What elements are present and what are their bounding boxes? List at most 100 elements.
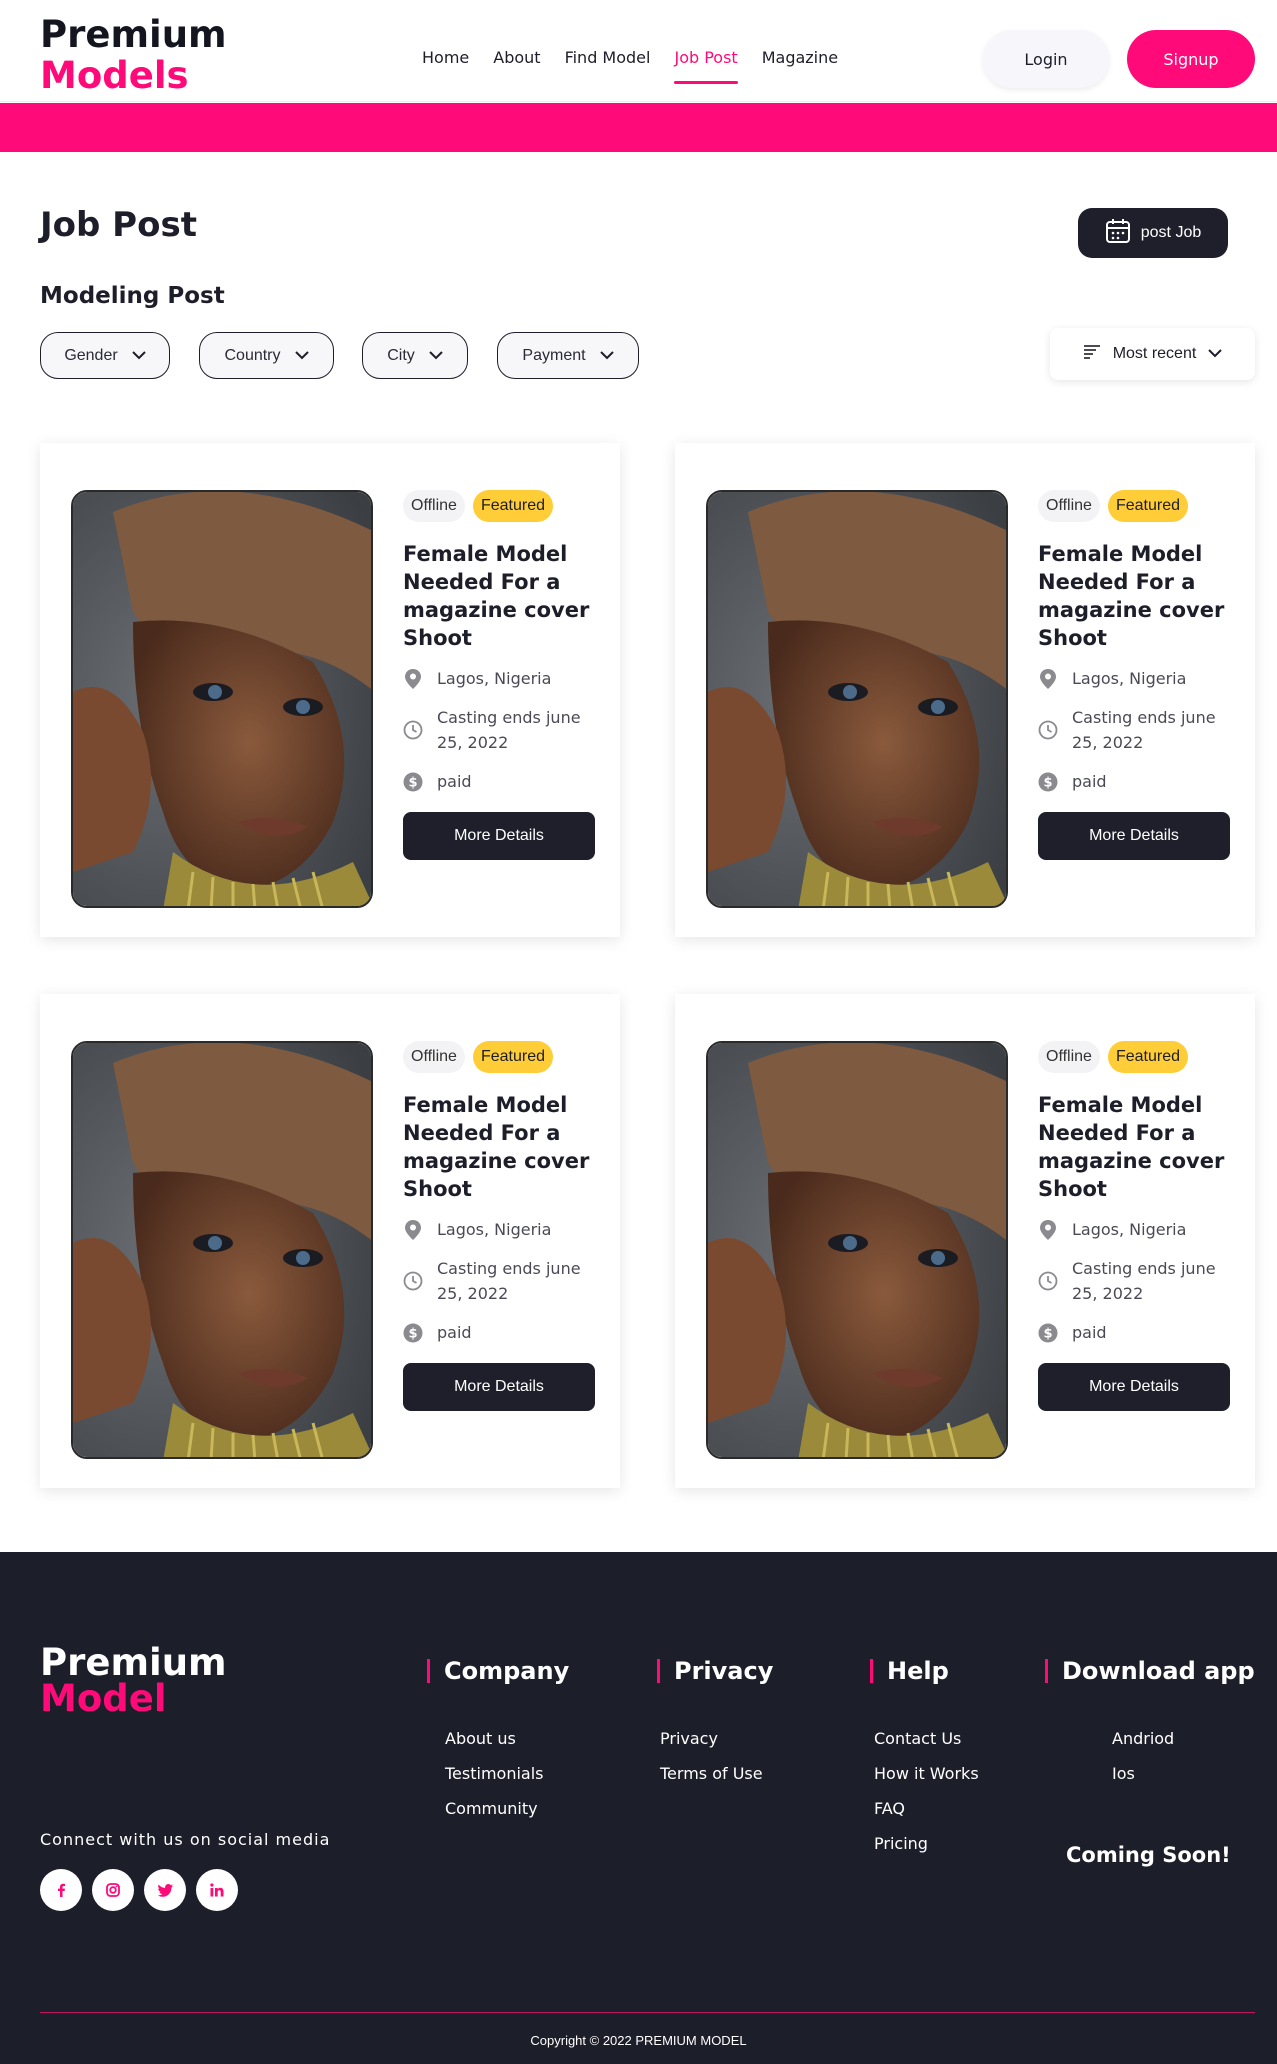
footer-logo-line-2: Model	[40, 1677, 167, 1720]
linkedin-icon[interactable]	[196, 1869, 238, 1911]
job-deadline: Casting ends june 25, 2022	[1038, 1256, 1238, 1306]
signup-button[interactable]: Signup	[1127, 30, 1255, 88]
footer-heading-text: Company	[444, 1657, 570, 1685]
footer-link-contact[interactable]: Contact Us	[874, 1721, 979, 1756]
filter-payment[interactable]: Payment	[497, 332, 639, 379]
deadline-text: Casting ends june 25, 2022	[1072, 708, 1216, 752]
chevron-down-icon	[294, 347, 309, 365]
more-details-button[interactable]: More Details	[1038, 812, 1230, 860]
job-info: Offline Featured Female Model Needed For…	[403, 1041, 603, 1411]
job-location: Lagos, Nigeria	[1038, 666, 1238, 691]
footer-logo[interactable]: Premium Model	[40, 1641, 227, 1720]
job-deadline: Casting ends june 25, 2022	[403, 705, 603, 755]
payment-text: paid	[437, 1323, 472, 1342]
nav-job-post[interactable]: Job Post	[674, 48, 738, 84]
footer-heading-text: Help	[887, 1657, 949, 1685]
chevron-down-icon	[429, 347, 443, 365]
login-button[interactable]: Login	[983, 30, 1109, 88]
badge-row: Offline Featured	[1038, 490, 1238, 522]
footer-link-android[interactable]: Andriod	[1112, 1721, 1255, 1756]
job-info: Offline Featured Female Model Needed For…	[1038, 1041, 1238, 1411]
dollar-icon: $	[403, 769, 423, 794]
footer-link-about-us[interactable]: About us	[445, 1721, 569, 1756]
clock-icon	[403, 705, 423, 755]
social-label: Connect with us on social media	[40, 1830, 331, 1849]
twitter-icon[interactable]	[144, 1869, 186, 1911]
model-photo	[706, 490, 1008, 908]
dollar-icon: $	[1038, 769, 1058, 794]
footer-link-community[interactable]: Community	[445, 1791, 569, 1826]
job-title[interactable]: Female Model Needed For a magazine cover…	[1038, 1091, 1238, 1203]
footer-link-faq[interactable]: FAQ	[874, 1791, 979, 1826]
status-badge: Offline	[403, 490, 465, 522]
svg-text:$: $	[408, 775, 417, 790]
status-badge: Offline	[1038, 490, 1100, 522]
payment-text: paid	[1072, 772, 1107, 791]
heading-accent	[427, 1659, 430, 1683]
job-info: Offline Featured Female Model Needed For…	[403, 490, 603, 860]
nav-about[interactable]: About	[493, 48, 540, 84]
job-title[interactable]: Female Model Needed For a magazine cover…	[403, 540, 603, 652]
model-photo	[71, 1041, 373, 1459]
footer-divider	[40, 2012, 1255, 2013]
job-title[interactable]: Female Model Needed For a magazine cover…	[403, 1091, 603, 1203]
filter-label: Country	[224, 346, 281, 364]
nav-magazine[interactable]: Magazine	[762, 48, 838, 84]
post-job-button[interactable]: post Job	[1078, 208, 1228, 258]
more-details-button[interactable]: More Details	[403, 1363, 595, 1411]
site-logo[interactable]: Premium Models	[40, 14, 227, 96]
job-location: Lagos, Nigeria	[403, 666, 603, 691]
coming-soon-text: Coming Soon!	[1066, 1843, 1231, 1867]
footer-col-privacy: Privacy Privacy Terms of Use	[657, 1657, 773, 1791]
chevron-down-icon	[131, 347, 146, 365]
heading-accent	[657, 1659, 660, 1683]
job-card: Offline Featured Female Model Needed For…	[675, 443, 1255, 937]
footer-link-terms[interactable]: Terms of Use	[660, 1756, 773, 1791]
location-text: Lagos, Nigeria	[1072, 669, 1187, 688]
status-badge: Offline	[1038, 1041, 1100, 1073]
more-details-button[interactable]: More Details	[403, 812, 595, 860]
badge-row: Offline Featured	[1038, 1041, 1238, 1073]
clock-icon	[403, 1256, 423, 1306]
logo-line-1: Premium	[40, 13, 227, 56]
model-photo	[706, 1041, 1008, 1459]
job-payment: $ paid	[403, 769, 603, 794]
filter-city[interactable]: City	[362, 332, 468, 379]
heading-accent	[870, 1659, 873, 1683]
filter-gender[interactable]: Gender	[40, 332, 170, 379]
featured-badge: Featured	[472, 490, 553, 522]
job-title[interactable]: Female Model Needed For a magazine cover…	[1038, 540, 1238, 652]
job-payment: $ paid	[1038, 1320, 1238, 1345]
nav-find-model[interactable]: Find Model	[565, 48, 651, 84]
filter-label: Payment	[522, 346, 586, 364]
nav-home[interactable]: Home	[422, 48, 469, 84]
footer-link-ios[interactable]: Ios	[1112, 1756, 1255, 1791]
footer-link-how-it-works[interactable]: How it Works	[874, 1756, 979, 1791]
footer-heading-text: Download app	[1062, 1657, 1255, 1685]
featured-badge: Featured	[472, 1041, 553, 1073]
instagram-icon[interactable]	[92, 1869, 134, 1911]
payment-text: paid	[1072, 1323, 1107, 1342]
footer-link-pricing[interactable]: Pricing	[874, 1826, 979, 1861]
chevron-down-icon	[1208, 345, 1223, 363]
job-card: Offline Featured Female Model Needed For…	[40, 994, 620, 1488]
footer-link-testimonials[interactable]: Testimonials	[445, 1756, 569, 1791]
facebook-icon[interactable]	[40, 1869, 82, 1911]
footer-link-privacy[interactable]: Privacy	[660, 1721, 773, 1756]
featured-badge: Featured	[1107, 490, 1188, 522]
footer-heading: Company	[427, 1657, 569, 1685]
sort-label: Most recent	[1112, 345, 1197, 362]
clock-icon	[1038, 1256, 1058, 1306]
deadline-text: Casting ends june 25, 2022	[437, 1259, 581, 1303]
filter-label: Gender	[64, 346, 118, 364]
svg-text:$: $	[1043, 1326, 1052, 1341]
svg-text:$: $	[408, 1326, 417, 1341]
footer-logo-line-1: Premium	[40, 1641, 227, 1684]
svg-text:$: $	[1043, 775, 1052, 790]
job-payment: $ paid	[1038, 769, 1238, 794]
filter-country[interactable]: Country	[199, 332, 334, 379]
job-info: Offline Featured Female Model Needed For…	[1038, 490, 1238, 860]
more-details-button[interactable]: More Details	[1038, 1363, 1230, 1411]
chevron-down-icon	[599, 347, 614, 365]
sort-dropdown[interactable]: Most recent	[1050, 328, 1255, 380]
